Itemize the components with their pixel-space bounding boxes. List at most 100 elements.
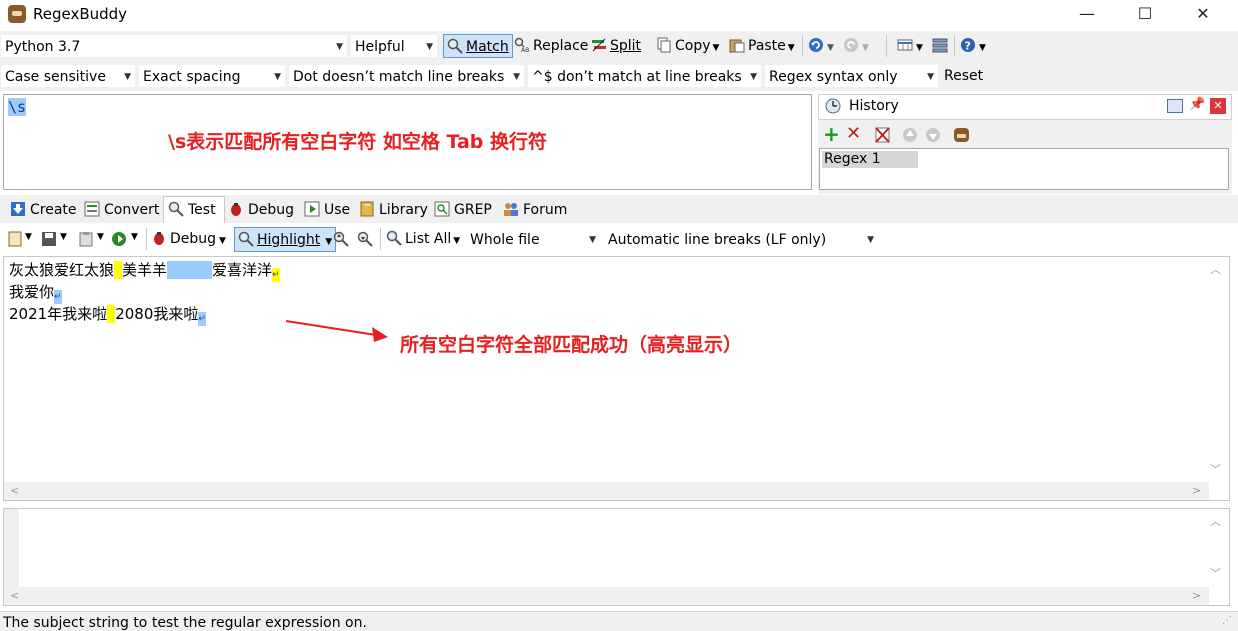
close-button[interactable]: ✕ — [1174, 0, 1232, 30]
subject-text[interactable]: 灰太狼爱红太狼 美羊羊 爱喜洋洋↵ 我爱你↵ 2021年我来啦 2080我来啦↵ — [9, 260, 281, 326]
replace-label: Replace — [533, 38, 589, 54]
scroll-left-icon[interactable]: < — [10, 484, 19, 497]
dot-select[interactable]: Dot doesn’t match line breaks ▼ — [289, 65, 524, 87]
tab-test[interactable]: Test — [168, 198, 216, 222]
chevron-down-icon: ▼ — [589, 235, 596, 245]
line-breaks-select[interactable]: Automatic line breaks (LF only) ▼ — [604, 228, 878, 250]
split-button[interactable]: Split — [591, 34, 641, 58]
panels-button[interactable] — [932, 34, 951, 58]
match-button[interactable]: Match — [443, 34, 513, 58]
copy-button[interactable]: Copy ▼ — [656, 34, 719, 58]
tab-forum[interactable]: Forum — [503, 198, 567, 222]
help-button[interactable]: ? ▼ — [960, 34, 986, 58]
main-toolbar: Python 3.7 ▼ Helpful ▼ Match AB Replace Spl… — [0, 31, 1238, 61]
move-up-icon[interactable] — [902, 127, 918, 147]
tab-grep[interactable]: GREP — [434, 198, 492, 222]
anchors-select[interactable]: ^$ don’t match at line breaks ▼ — [528, 65, 761, 87]
add-icon[interactable]: + — [823, 124, 840, 144]
tab-library[interactable]: Library — [359, 198, 428, 222]
scroll-left-icon[interactable]: < — [10, 589, 19, 602]
move-down-icon[interactable] — [925, 127, 941, 147]
highlight-button[interactable]: Highlight ▼ — [234, 227, 337, 252]
toolbar-divider — [380, 228, 381, 250]
delete-icon[interactable]: ✕ — [846, 125, 861, 143]
regex-annotation: \s表示匹配所有空白字符 如空格 Tab 换行符 — [168, 131, 548, 153]
debug-button[interactable]: Debug ▼ — [151, 227, 226, 251]
anchors-value: ^$ don’t match at line breaks — [532, 69, 742, 85]
history-item[interactable]: Regex 1 — [822, 151, 918, 168]
replace-button[interactable]: AB Replace — [514, 34, 588, 58]
pin-icon[interactable]: 📌 — [1189, 97, 1205, 112]
tab-label: Library — [379, 202, 428, 218]
tab-use[interactable]: Use — [304, 198, 350, 222]
delete-all-icon[interactable] — [874, 126, 892, 148]
magnifier-icon — [386, 230, 402, 246]
paste-label: Paste — [748, 38, 786, 54]
flavor-value: Python 3.7 — [5, 39, 81, 55]
scroll-up-icon[interactable]: ︿ — [1210, 261, 1221, 277]
text-run: 美羊羊 — [122, 261, 168, 279]
tab-debug[interactable]: Debug — [228, 198, 294, 222]
chevron-down-icon[interactable]: ▼ — [131, 232, 138, 242]
subject-editor[interactable]: 灰太狼爱红太狼 美羊羊 爱喜洋洋↵ 我爱你↵ 2021年我来啦 2080我来啦↵ 所有… — [3, 256, 1230, 501]
case-select[interactable]: Case sensitive ▼ — [1, 65, 135, 87]
scroll-right-icon[interactable]: > — [1192, 484, 1201, 497]
split-label: Split — [610, 38, 642, 54]
results-panel[interactable]: ︿ ﹀ < > — [3, 508, 1230, 606]
reset-button[interactable]: Reset — [944, 64, 983, 88]
regex-editor[interactable]: \s \s表示匹配所有空白字符 如空格 Tab 换行符 — [3, 94, 812, 190]
copy-label: Copy — [675, 38, 711, 54]
tab-convert[interactable]: Convert — [84, 198, 159, 222]
clipboard-icon[interactable] — [78, 231, 94, 251]
chevron-down-icon: ▼ — [916, 43, 923, 53]
tab-create[interactable]: Create — [10, 198, 77, 222]
minimize-button[interactable]: — — [1058, 0, 1116, 30]
chevron-down-icon[interactable]: ▼ — [60, 232, 67, 242]
horizontal-scrollbar[interactable]: < > — [4, 587, 1209, 605]
text-run: 爱喜洋洋 — [212, 261, 273, 279]
regex-text[interactable]: \s — [8, 98, 27, 116]
syntax-select[interactable]: Regex syntax only ▼ — [765, 65, 938, 87]
tab-label: Forum — [523, 202, 568, 218]
maximize-button[interactable]: ☐ — [1116, 0, 1174, 30]
replace-icon: AB — [514, 37, 530, 54]
next-match-icon[interactable] — [357, 231, 373, 251]
chevron-down-icon: ▼ — [124, 72, 131, 82]
buddy-icon[interactable] — [953, 126, 970, 147]
chevron-down-icon: ▼ — [336, 42, 343, 52]
grep-icon — [434, 201, 450, 217]
scroll-up-icon[interactable]: ︿ — [1210, 513, 1221, 529]
scroll-down-icon[interactable]: ﹀ — [1210, 565, 1221, 581]
list-all-button[interactable]: List All ▼ — [386, 227, 460, 251]
scope-select[interactable]: Whole file ▼ — [466, 228, 600, 250]
case-value: Case sensitive — [5, 69, 106, 85]
library-icon — [359, 201, 375, 217]
spacing-select[interactable]: Exact spacing ▼ — [139, 65, 285, 87]
undo-button[interactable]: ▼ — [808, 34, 834, 58]
horizontal-scrollbar[interactable]: < > — [4, 482, 1209, 500]
text-run: 2021年我来啦 — [9, 305, 108, 323]
flavor-select[interactable]: Python 3.7 ▼ — [1, 35, 347, 57]
redo-button[interactable]: ▼ — [843, 34, 869, 58]
helpful-select[interactable]: Helpful ▼ — [351, 35, 437, 57]
save-icon[interactable] — [41, 231, 57, 251]
prev-match-icon[interactable] — [333, 231, 349, 251]
chevron-down-icon[interactable]: ▼ — [25, 232, 32, 242]
redo-icon — [843, 37, 859, 53]
float-icon[interactable] — [1167, 99, 1183, 113]
text-run: 灰太狼爱红太狼 — [9, 261, 115, 279]
line-break-icon: ↵ — [198, 312, 207, 326]
paste-button[interactable]: Paste ▼ — [729, 34, 795, 58]
web-icon[interactable] — [111, 231, 127, 251]
scroll-down-icon[interactable]: ﹀ — [1210, 461, 1221, 477]
chevron-down-icon[interactable]: ▼ — [97, 232, 104, 242]
chevron-down-icon: ▼ — [750, 72, 757, 82]
scroll-right-icon[interactable]: > — [1192, 589, 1201, 602]
options-toolbar: Case sensitive ▼ Exact spacing ▼ Dot doesn… — [0, 61, 1238, 91]
close-panel-icon[interactable]: ✕ — [1210, 98, 1226, 114]
layout-button[interactable]: ▼ — [897, 34, 923, 58]
new-file-icon[interactable] — [7, 231, 23, 251]
resize-grip-icon[interactable]: ⋰ — [1222, 615, 1232, 626]
clock-icon — [825, 98, 841, 118]
undo-icon — [808, 37, 824, 53]
